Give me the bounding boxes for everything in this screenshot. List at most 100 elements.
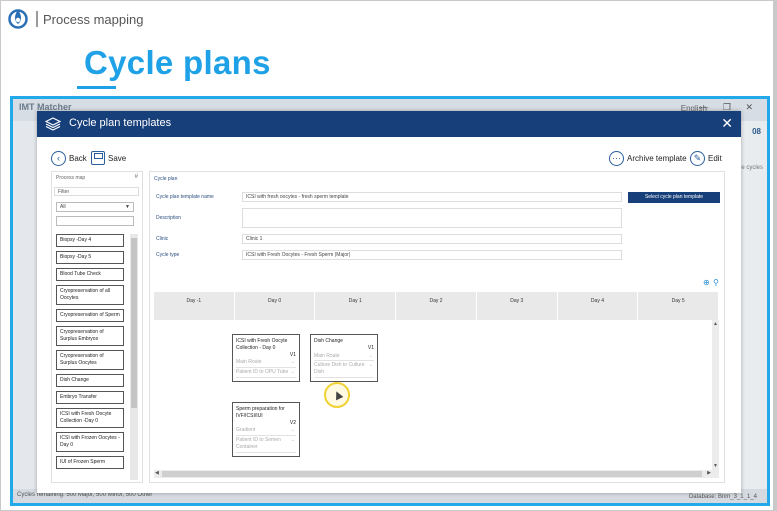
card-version: V1 — [289, 351, 296, 358]
cycle-plan-canvas[interactable]: ICSI with Fresh Oocyte Collection - Day … — [154, 320, 712, 470]
card-witness-field[interactable]: Culture Dish to Culture Dish ⌄ — [314, 361, 374, 378]
process-map-panel: Process map # Filter All ▼ Biopsy -Day 4… — [51, 171, 143, 483]
archive-label: Archive template — [627, 153, 687, 163]
card-witness-field[interactable]: Patient ID to OPU Tube ⌄ — [236, 368, 296, 378]
background-right-label: 08 — [752, 127, 761, 136]
status-database: Database: Bnm_3_1_1_4 — [688, 494, 757, 500]
layers-icon — [45, 117, 61, 131]
scroll-left-icon[interactable]: ◀ — [155, 470, 159, 476]
clinic-field[interactable]: Clinic 1 — [242, 234, 622, 244]
chevron-down-icon: ⌄ — [368, 352, 373, 359]
app-screenshot: IMT Matcher English — ❐ ✕ 08 ue cycles C… — [10, 96, 770, 506]
edit-button[interactable]: ✎ Edit — [690, 149, 722, 167]
filter-search-input[interactable] — [56, 216, 134, 226]
card-title: Dish Change — [314, 338, 343, 344]
card-route-field[interactable]: Main Route ⌄ — [236, 358, 296, 368]
day-header-row: Day -1 Day 0 Day 1 Day 2 Day 3 Day 4 Day… — [154, 292, 720, 320]
day-column-header: Day -1 — [154, 292, 235, 320]
filter-select[interactable]: All ▼ — [56, 202, 134, 212]
scrollbar-thumb[interactable] — [162, 471, 702, 477]
save-button[interactable]: Save — [91, 149, 126, 167]
background-left-sidebar — [13, 121, 37, 489]
description-field[interactable] — [242, 208, 622, 228]
card-witness-value: Patient ID to OPU Tube — [236, 369, 289, 375]
process-item[interactable]: Cryopreservation of Sperm — [56, 309, 124, 322]
filter-label: Filter — [54, 187, 139, 196]
process-item[interactable]: Cryopreservation of Surplus Oocytes — [56, 350, 124, 370]
card-route-field[interactable]: Main Route ⌄ — [314, 352, 374, 362]
card-route-value: Gradient — [236, 427, 256, 434]
edit-icon: ✎ — [690, 150, 705, 166]
canvas-horizontal-scrollbar[interactable]: ◀ ▶ — [154, 470, 719, 478]
day-column-header: Day 3 — [477, 292, 558, 320]
day-column-header: Day 5 — [638, 292, 720, 320]
scroll-down-icon[interactable]: ▼ — [713, 463, 718, 469]
card-title: Sperm preparation for IVF/ICSI/IUI — [236, 406, 285, 419]
card-witness-value: Patient ID to Semen Container — [236, 437, 281, 450]
chevron-down-icon: ⌄ — [368, 362, 373, 369]
pin-icon[interactable]: # — [135, 174, 138, 180]
card-route-value: Main Route — [236, 359, 262, 366]
process-item[interactable]: Biopsy -Day 4 — [56, 234, 124, 247]
chevron-down-icon: ⌄ — [290, 427, 295, 434]
card-route-field[interactable]: Gradient ⌄ — [236, 426, 296, 436]
process-card-sperm-prep[interactable]: Sperm preparation for IVF/ICSI/IUI V2 Gr… — [232, 402, 300, 457]
archive-template-button[interactable]: ··· Archive template — [609, 149, 687, 167]
modal-title: Cycle plan templates — [69, 117, 172, 129]
canvas-vertical-scrollbar[interactable]: ▲ ▼ — [712, 320, 719, 470]
process-item[interactable]: Embryo Transfer — [56, 391, 124, 404]
back-arrow-icon: ‹ — [51, 150, 66, 166]
process-item[interactable]: Biopsy -Day 5 — [56, 251, 124, 264]
clinic-label: Clinic — [156, 236, 169, 242]
cycle-type-label: Cycle type — [156, 252, 180, 258]
zoom-search-icon[interactable]: ⚲ — [713, 278, 719, 287]
process-item[interactable]: Blood Tube Check — [56, 268, 124, 281]
day-column-header: Day 2 — [396, 292, 477, 320]
title-underline — [77, 86, 116, 89]
cycle-plan-section-title: Cycle plan — [154, 176, 178, 182]
filter-value: All — [60, 204, 66, 210]
card-route-value: Main Route — [314, 352, 340, 359]
scroll-up-icon[interactable]: ▲ — [713, 321, 718, 327]
process-map-header: Process map — [56, 175, 86, 181]
cycle-plan-panel: Cycle plan Cycle plan template name ICSI… — [149, 171, 725, 483]
process-item[interactable]: ICSI with Fresh Oocyte Collection -Day 0 — [56, 408, 124, 428]
card-version: V1 — [367, 344, 374, 351]
background-right-sublabel: ue cycles — [737, 165, 763, 171]
process-card-icsi[interactable]: ICSI with Fresh Oocyte Collection - Day … — [232, 334, 300, 382]
process-map-scrollbar[interactable] — [130, 234, 138, 480]
breadcrumb: Process mapping — [43, 12, 144, 27]
save-icon — [91, 151, 105, 165]
header-divider — [36, 11, 38, 27]
process-item[interactable]: IUI of Frozen Sperm — [56, 456, 124, 469]
scrollbar-thumb[interactable] — [131, 238, 137, 408]
app-logo-icon — [8, 9, 28, 29]
cycle-plan-templates-modal: Cycle plan templates ✕ ‹ Back Save ··· A… — [37, 111, 741, 493]
template-name-field[interactable]: ICSI with fresh oocytes - fresh sperm te… — [242, 192, 622, 202]
zoom-in-icon[interactable]: ⊕ — [703, 278, 710, 287]
chevron-down-icon: ⌄ — [290, 437, 295, 443]
card-witness-value: Culture Dish to Culture Dish — [314, 362, 365, 375]
process-item[interactable]: Cryopreservation of all Oocytes — [56, 285, 124, 305]
day-column-header: Day 4 — [558, 292, 639, 320]
modal-header: Cycle plan templates ✕ — [37, 111, 741, 137]
process-card-dish-change[interactable]: Dish Change V1 Main Route ⌄ Culture Dish … — [310, 334, 378, 382]
chevron-down-icon: ⌄ — [290, 369, 295, 375]
back-button[interactable]: ‹ Back — [51, 149, 87, 167]
process-item[interactable]: ICSI with Frozen Oocytes -Day 0 — [56, 432, 124, 452]
select-template-button[interactable]: Select cycle plan template — [628, 192, 720, 203]
chevron-down-icon: ▼ — [125, 204, 130, 210]
back-label: Back — [69, 153, 87, 163]
save-label: Save — [108, 153, 127, 163]
process-map-list: Biopsy -Day 4 Biopsy -Day 5 Blood Tube C… — [56, 234, 126, 480]
description-label: Description — [156, 215, 182, 221]
card-version: V2 — [289, 419, 296, 426]
edit-label: Edit — [708, 153, 722, 163]
cycle-type-field[interactable]: ICSI with Fresh Oocytes - Fresh Sperm (M… — [242, 250, 622, 260]
process-item[interactable]: Dish Change — [56, 374, 124, 387]
process-item[interactable]: Cryopreservation of Surplus Embryos — [56, 326, 124, 346]
close-icon[interactable]: ✕ — [721, 115, 733, 132]
scroll-right-icon[interactable]: ▶ — [707, 470, 711, 476]
card-witness-field[interactable]: Patient ID to Semen Container ⌄ — [236, 436, 296, 453]
page-title: Cycle plans — [84, 44, 271, 81]
